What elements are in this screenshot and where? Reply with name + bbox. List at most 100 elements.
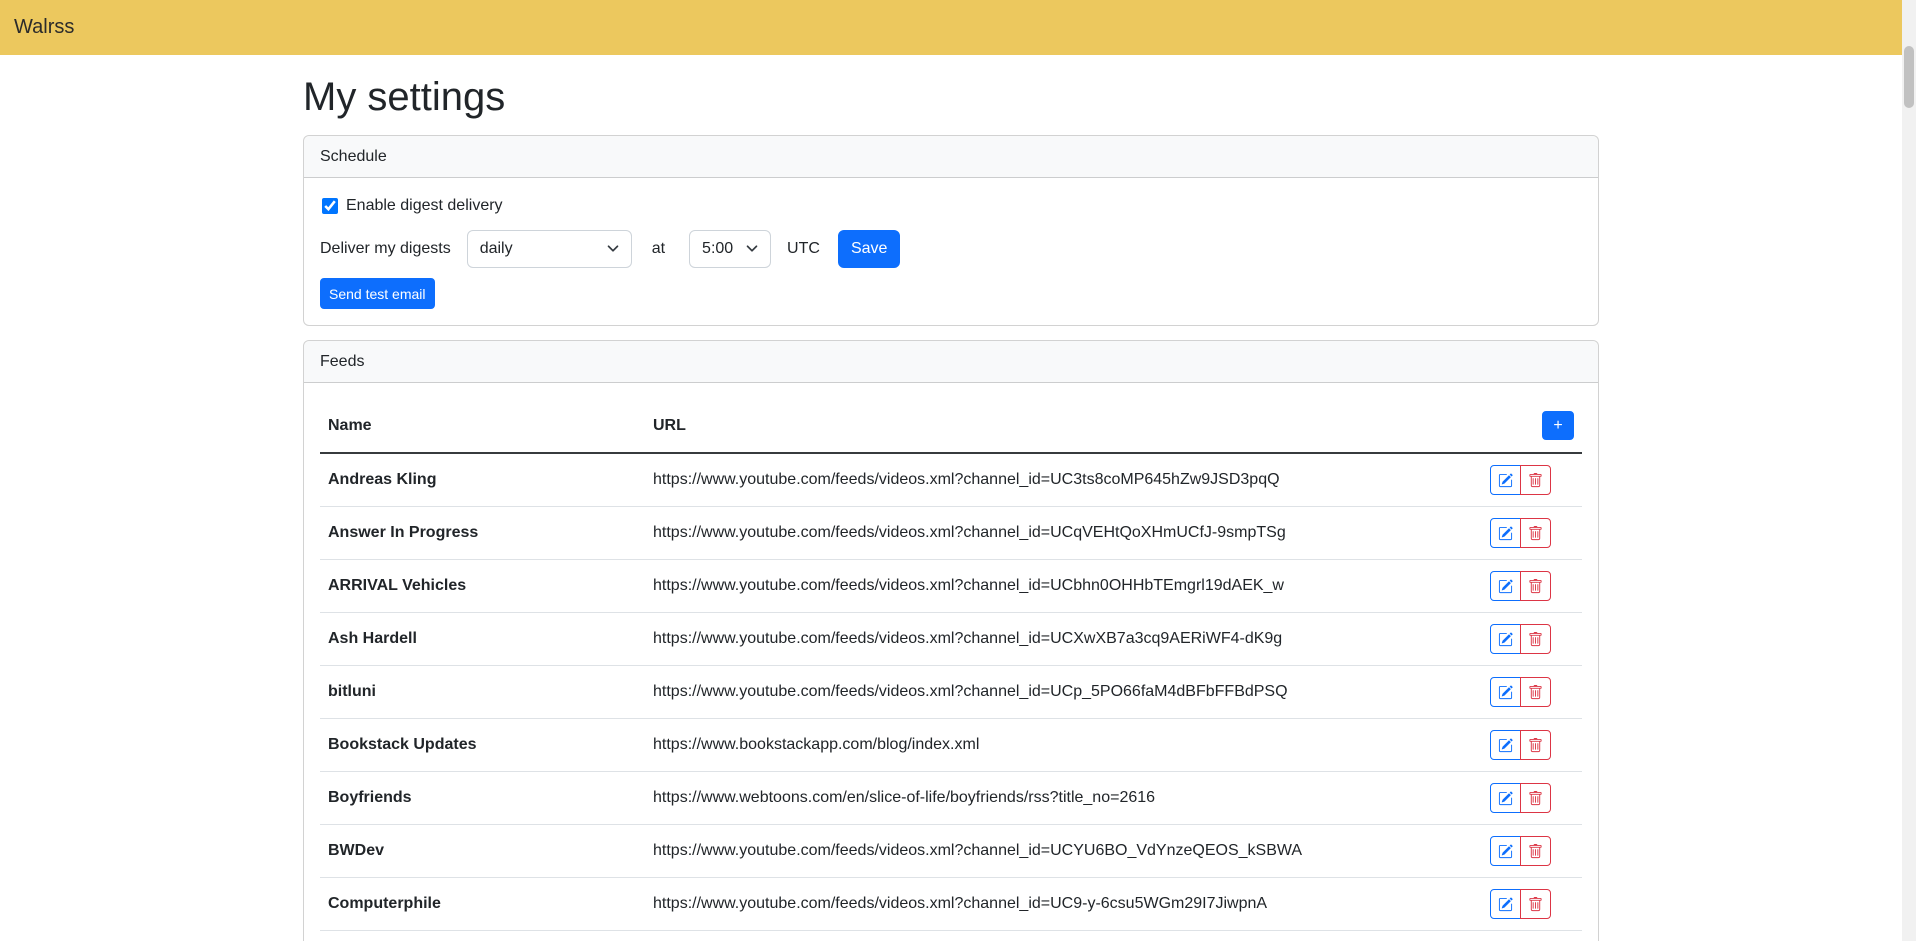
feed-name: Fireship <box>320 931 645 941</box>
feed-action-group <box>1490 677 1551 707</box>
delete-feed-button[interactable] <box>1520 730 1551 760</box>
feed-url: https://www.youtube.com/feeds/videos.xml… <box>645 931 1482 941</box>
trash-delete-icon <box>1528 632 1543 647</box>
feeds-card-body: Name URL + Andreas Kling https://www.you… <box>304 383 1598 941</box>
top-navbar: Walrss <box>0 0 1902 55</box>
edit-feed-button[interactable] <box>1490 518 1521 548</box>
feed-url: https://www.youtube.com/feeds/videos.xml… <box>645 825 1482 878</box>
feed-name: BWDev <box>320 825 645 878</box>
table-row: ARRIVAL Vehicles https://www.youtube.com… <box>320 560 1582 613</box>
feed-url: https://www.youtube.com/feeds/videos.xml… <box>645 613 1482 666</box>
feed-action-group <box>1490 783 1551 813</box>
feed-name: Ash Hardell <box>320 613 645 666</box>
schedule-card: Schedule Enable digest delivery Deliver … <box>303 135 1599 326</box>
pencil-edit-icon <box>1498 738 1513 753</box>
feeds-header-row: Name URL + <box>320 399 1582 453</box>
delete-feed-button[interactable] <box>1520 836 1551 866</box>
delete-feed-button[interactable] <box>1520 571 1551 601</box>
pencil-edit-icon <box>1498 473 1513 488</box>
pencil-edit-icon <box>1498 579 1513 594</box>
table-row: Andreas Kling https://www.youtube.com/fe… <box>320 453 1582 507</box>
edit-feed-button[interactable] <box>1490 624 1521 654</box>
feeds-card-header: Feeds <box>304 341 1598 383</box>
brand-link[interactable]: Walrss <box>14 16 74 39</box>
feed-actions <box>1482 878 1582 931</box>
table-row: Computerphile https://www.youtube.com/fe… <box>320 878 1582 931</box>
delete-feed-button[interactable] <box>1520 889 1551 919</box>
feed-actions <box>1482 453 1582 507</box>
edit-feed-button[interactable] <box>1490 730 1521 760</box>
column-header-name: Name <box>320 399 645 453</box>
feed-url: https://www.youtube.com/feeds/videos.xml… <box>645 666 1482 719</box>
feed-url: https://www.youtube.com/feeds/videos.xml… <box>645 878 1482 931</box>
schedule-controls-row: Deliver my digests daily at 5:00 <box>320 230 1582 268</box>
feed-name: ARRIVAL Vehicles <box>320 560 645 613</box>
trash-delete-icon <box>1528 579 1543 594</box>
feed-url: https://www.youtube.com/feeds/videos.xml… <box>645 560 1482 613</box>
table-row: Ash Hardell https://www.youtube.com/feed… <box>320 613 1582 666</box>
table-row: Answer In Progress https://www.youtube.c… <box>320 507 1582 560</box>
delete-feed-button[interactable] <box>1520 677 1551 707</box>
edit-feed-button[interactable] <box>1490 783 1521 813</box>
table-row: Bookstack Updates https://www.bookstacka… <box>320 719 1582 772</box>
edit-feed-button[interactable] <box>1490 677 1521 707</box>
feed-name: Andreas Kling <box>320 453 645 507</box>
column-header-url: URL <box>645 399 1482 453</box>
feed-name: Answer In Progress <box>320 507 645 560</box>
feed-name: Boyfriends <box>320 772 645 825</box>
edit-feed-button[interactable] <box>1490 465 1521 495</box>
feed-url: https://www.webtoons.com/en/slice-of-lif… <box>645 772 1482 825</box>
frequency-select-value: daily <box>480 240 513 258</box>
table-row: bitluni https://www.youtube.com/feeds/vi… <box>320 666 1582 719</box>
feed-actions <box>1482 613 1582 666</box>
send-test-email-button[interactable]: Send test email <box>320 278 435 309</box>
feed-actions <box>1482 772 1582 825</box>
feed-actions <box>1482 560 1582 613</box>
delete-feed-button[interactable] <box>1520 783 1551 813</box>
schedule-card-header: Schedule <box>304 136 1598 178</box>
scrollbar-thumb[interactable] <box>1904 46 1914 108</box>
table-row: Fireship https://www.youtube.com/feeds/v… <box>320 931 1582 941</box>
feed-url: https://www.bookstackapp.com/blog/index.… <box>645 719 1482 772</box>
delete-feed-button[interactable] <box>1520 624 1551 654</box>
delete-feed-button[interactable] <box>1520 518 1551 548</box>
delete-feed-button[interactable] <box>1520 465 1551 495</box>
feed-action-group <box>1490 836 1551 866</box>
save-button[interactable]: Save <box>838 230 900 268</box>
pencil-edit-icon <box>1498 526 1513 541</box>
page-title: My settings <box>303 73 1599 121</box>
feed-action-group <box>1490 730 1551 760</box>
feed-action-group <box>1490 571 1551 601</box>
pencil-edit-icon <box>1498 791 1513 806</box>
edit-feed-button[interactable] <box>1490 836 1521 866</box>
trash-delete-icon <box>1528 685 1543 700</box>
table-row: BWDev https://www.youtube.com/feeds/vide… <box>320 825 1582 878</box>
edit-feed-button[interactable] <box>1490 571 1521 601</box>
enable-digest-checkbox[interactable] <box>322 198 338 214</box>
frequency-select[interactable]: daily <box>467 230 632 268</box>
pencil-edit-icon <box>1498 685 1513 700</box>
trash-delete-icon <box>1528 473 1543 488</box>
time-select[interactable]: 5:00 <box>689 230 771 268</box>
scrollbar-track[interactable] <box>1902 0 1916 941</box>
deliver-label: Deliver my digests <box>320 240 451 258</box>
at-label: at <box>652 240 665 258</box>
feed-actions <box>1482 507 1582 560</box>
column-header-actions: + <box>1482 399 1582 453</box>
feed-actions <box>1482 825 1582 878</box>
feed-action-group <box>1490 889 1551 919</box>
trash-delete-icon <box>1528 791 1543 806</box>
trash-delete-icon <box>1528 738 1543 753</box>
add-feed-button[interactable]: + <box>1542 411 1574 440</box>
feed-name: bitluni <box>320 666 645 719</box>
enable-digest-label: Enable digest delivery <box>346 197 503 215</box>
feed-name: Bookstack Updates <box>320 719 645 772</box>
feed-action-group <box>1490 518 1551 548</box>
app-viewport: Walrss My settings Schedule Enable diges… <box>0 0 1902 941</box>
feeds-table-body: Andreas Kling https://www.youtube.com/fe… <box>320 453 1582 941</box>
pencil-edit-icon <box>1498 844 1513 859</box>
schedule-card-body: Enable digest delivery Deliver my digest… <box>304 178 1598 325</box>
feed-name: Computerphile <box>320 878 645 931</box>
edit-feed-button[interactable] <box>1490 889 1521 919</box>
test-email-row: Send test email <box>320 278 1582 309</box>
